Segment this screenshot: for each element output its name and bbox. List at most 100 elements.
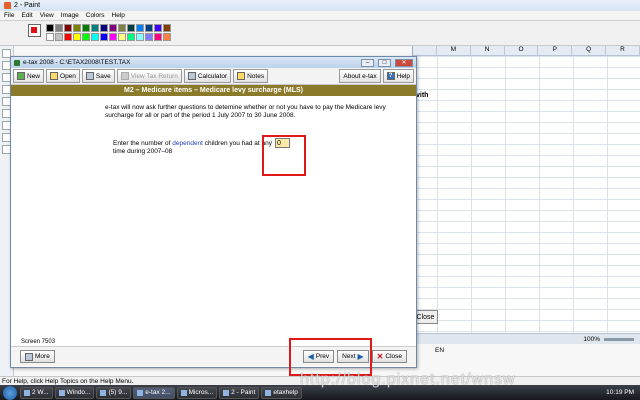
palette-swatch[interactable] <box>64 33 72 41</box>
taskbar-item-paint[interactable]: 2 - Paint <box>219 386 260 399</box>
taskbar-item-word[interactable]: 2 W... <box>20 386 53 399</box>
menu-colors[interactable]: Colors <box>86 12 105 19</box>
view-tax-return-label: View Tax Return <box>130 72 178 80</box>
excel-col-p[interactable]: P <box>538 46 573 55</box>
taskbar-item-etax[interactable]: e-tax 2... <box>133 386 175 399</box>
help-button[interactable]: ? Help <box>382 69 414 83</box>
taskbar-item-etaxhelp[interactable]: etaxhelp <box>261 386 302 399</box>
palette-swatch[interactable] <box>154 24 162 32</box>
excel-col-q[interactable]: Q <box>572 46 607 55</box>
palette-swatch[interactable] <box>73 33 81 41</box>
menu-image[interactable]: Image <box>61 12 79 19</box>
palette-swatch[interactable] <box>91 33 99 41</box>
close-button-label: Close <box>385 353 402 360</box>
palette-swatch[interactable] <box>73 24 81 32</box>
help-file-icon <box>265 389 272 396</box>
palette-swatch[interactable] <box>55 24 63 32</box>
taskbar-item-microsoft[interactable]: Micros... <box>176 386 218 399</box>
system-tray: 10:19 PM <box>606 389 640 396</box>
palette-swatch[interactable] <box>82 33 90 41</box>
palette-swatch[interactable] <box>136 33 144 41</box>
palette-swatch[interactable] <box>82 24 90 32</box>
taskbar-item-label: Windo... <box>66 389 91 396</box>
help-button-label: Help <box>396 72 410 80</box>
excel-col-o[interactable]: O <box>505 46 539 55</box>
menu-file[interactable]: File <box>4 12 14 19</box>
palette-swatch[interactable] <box>127 33 135 41</box>
language-indicator[interactable]: EN <box>435 347 444 354</box>
taskbar-item-label: Micros... <box>188 389 214 396</box>
menu-view[interactable]: View <box>40 12 54 19</box>
maximize-button[interactable]: □ <box>378 58 391 67</box>
taskbar-item-label: 2 - Paint <box>231 389 256 396</box>
notes-icon <box>237 72 246 80</box>
palette-swatch[interactable] <box>100 33 108 41</box>
more-button-label: More <box>35 353 50 360</box>
palette-swatch[interactable] <box>163 33 171 41</box>
save-button[interactable]: Save <box>81 69 115 83</box>
palette-swatch[interactable] <box>64 24 72 32</box>
palette-swatch[interactable] <box>163 24 171 32</box>
palette-swatch[interactable] <box>154 33 162 41</box>
more-button[interactable]: More <box>20 350 55 363</box>
palette-swatch[interactable] <box>55 33 63 41</box>
folder-icon <box>50 72 59 80</box>
palette-swatch[interactable] <box>145 33 153 41</box>
calculator-button-label: Calculator <box>197 72 228 80</box>
disk-icon <box>85 72 94 80</box>
menu-edit[interactable]: Edit <box>21 12 32 19</box>
calculator-button[interactable]: Calculator <box>183 69 232 83</box>
palette-swatch[interactable] <box>118 33 126 41</box>
save-button-label: Save <box>95 72 111 80</box>
taskbar-item-windows[interactable]: Windo... <box>54 386 95 399</box>
notes-button[interactable]: Notes <box>233 69 269 83</box>
excel-window: M N O P Q R <box>412 46 640 344</box>
etax-titlebar: e-tax 2008 - C:\ETAX2008\TEST.TAX – □ ✕ <box>11 57 416 68</box>
clock[interactable]: 10:19 PM <box>606 389 634 396</box>
palette-swatch[interactable] <box>46 24 54 32</box>
excel-icon <box>180 389 187 396</box>
etax-content: e-tax will now ask further questions to … <box>11 96 416 348</box>
palette-swatch[interactable] <box>127 24 135 32</box>
more-icon <box>25 352 33 361</box>
palette-swatch[interactable] <box>109 33 117 41</box>
notes-button-label: Notes <box>247 72 265 80</box>
palette-swatch[interactable] <box>91 24 99 32</box>
about-button-label: About e-tax <box>343 72 377 80</box>
menu-help[interactable]: Help <box>112 12 125 19</box>
minimize-button[interactable]: – <box>361 58 374 67</box>
taskbar-item-browser[interactable]: (5) 9... <box>96 386 132 399</box>
dependent-help-link[interactable]: dependent <box>172 140 203 147</box>
paint-icon <box>223 389 230 396</box>
excel-cell-text: vith <box>416 92 429 99</box>
about-button[interactable]: About e-tax <box>339 69 381 83</box>
start-button[interactable] <box>3 385 17 400</box>
color-palette[interactable] <box>46 24 171 41</box>
close-button[interactable]: ✕ Close <box>371 350 407 363</box>
palette-swatch[interactable] <box>145 24 153 32</box>
palette-swatch[interactable] <box>136 24 144 32</box>
excel-col-n[interactable]: N <box>471 46 505 55</box>
excel-cell-grid[interactable] <box>413 56 640 344</box>
palette-swatch[interactable] <box>100 24 108 32</box>
excel-zoom-slider[interactable] <box>604 337 634 341</box>
palette-swatch[interactable] <box>46 33 54 41</box>
new-button[interactable]: New <box>13 69 45 83</box>
view-tax-return-button[interactable]: View Tax Return <box>116 69 182 83</box>
excel-col-m[interactable]: M <box>437 46 471 55</box>
etax-window-title: e-tax 2008 - C:\ETAX2008\TEST.TAX <box>23 59 131 66</box>
new-button-label: New <box>27 72 41 80</box>
open-button-label: Open <box>60 72 76 80</box>
window-close-button[interactable]: ✕ <box>395 58 413 67</box>
palette-swatch[interactable] <box>118 24 126 32</box>
etax-window: e-tax 2008 - C:\ETAX2008\TEST.TAX – □ ✕ … <box>10 56 417 368</box>
paint-menubar: File Edit View Image Colors Help <box>0 11 640 21</box>
word-icon <box>24 389 30 396</box>
excel-col-r[interactable]: R <box>606 46 640 55</box>
question-text-start: Enter the number of <box>113 140 173 147</box>
palette-swatch[interactable] <box>109 24 117 32</box>
excel-col-corner <box>413 46 437 55</box>
open-button[interactable]: Open <box>46 69 80 83</box>
current-color-swatch[interactable] <box>28 24 41 37</box>
close-x-icon: ✕ <box>376 352 384 361</box>
